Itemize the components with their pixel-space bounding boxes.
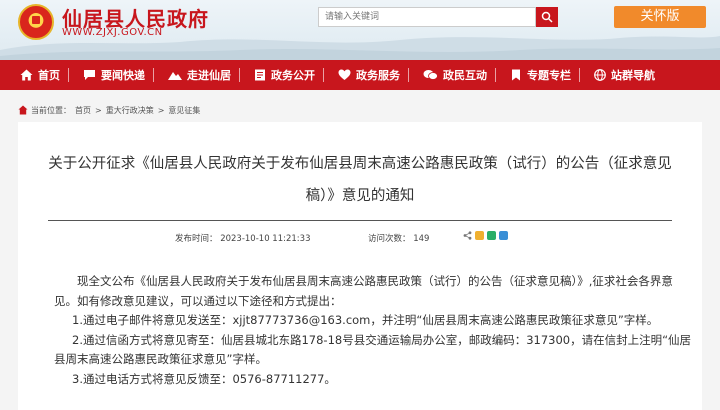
main-nav: 首页 要闻快递 走进仙居 政务公开 政务服务 政民互动 专题专栏 站群导航 bbox=[0, 60, 720, 90]
nav-label: 走进仙居 bbox=[187, 69, 231, 82]
breadcrumb-label: 当前位置： bbox=[31, 105, 71, 115]
search-input[interactable] bbox=[318, 7, 536, 27]
qzone-share-icon[interactable] bbox=[475, 231, 484, 240]
article-paragraph: 3.通过电话方式将意见反馈至：0576-87711277。 bbox=[72, 371, 336, 386]
nav-item-home[interactable]: 首页 bbox=[0, 60, 60, 90]
article-card: 关于公开征求《仙居县人民政府关于发布仙居县周末高速公路惠民政策（试行）的公告（征… bbox=[18, 122, 702, 410]
search-icon bbox=[541, 11, 553, 23]
national-emblem-logo[interactable] bbox=[18, 4, 54, 40]
nav-label: 站群导航 bbox=[611, 69, 655, 82]
mountain-icon bbox=[168, 72, 182, 80]
breadcrumb-home[interactable]: 首页 bbox=[75, 105, 91, 116]
share-bar bbox=[463, 231, 508, 240]
publish-time: 发布时间： 2023-10-10 11:21:33 bbox=[175, 234, 311, 244]
share-icon[interactable] bbox=[463, 231, 472, 240]
nav-label: 专题专栏 bbox=[527, 69, 571, 82]
heart-icon bbox=[338, 69, 351, 80]
nav-item-open-government[interactable]: 政务公开 bbox=[240, 60, 315, 90]
nav-item-about[interactable]: 走进仙居 bbox=[154, 60, 231, 90]
breadcrumb-separator: > bbox=[157, 105, 165, 115]
nav-label: 政务服务 bbox=[356, 69, 400, 82]
visit-count: 访问次数： 149 bbox=[368, 234, 430, 244]
nav-label: 政务公开 bbox=[271, 69, 315, 82]
wechat-share-icon[interactable] bbox=[487, 231, 496, 240]
bookmark-icon bbox=[512, 69, 520, 81]
article-paragraph: 现全文公布《仙居县人民政府关于发布仙居县周末高速公路惠民政策（试行）的公告（征求… bbox=[54, 274, 673, 308]
chat-icon bbox=[84, 70, 95, 80]
article-body: 现全文公布《仙居县人民政府关于发布仙居县周末高速公路惠民政策（试行）的公告（征求… bbox=[54, 272, 694, 389]
breadcrumb-separator: > bbox=[95, 105, 102, 115]
article-paragraph: 1.通过电子邮件将意见发送至：xjjt87773736@163.com，并注明“… bbox=[72, 313, 659, 327]
nav-label: 要闻快递 bbox=[101, 69, 145, 82]
title-divider bbox=[48, 220, 672, 221]
breadcrumb: 当前位置： 首页 > 重大行政决策 > 意见征集 bbox=[18, 102, 204, 118]
nav-item-interaction[interactable]: 政民互动 bbox=[409, 60, 487, 90]
home-icon bbox=[20, 69, 33, 81]
nav-item-special-topics[interactable]: 专题专栏 bbox=[496, 60, 571, 90]
nav-item-services[interactable]: 政务服务 bbox=[324, 60, 400, 90]
nav-item-news[interactable]: 要闻快递 bbox=[69, 60, 145, 90]
site-url: WWW.ZJXJ.GOV.CN bbox=[62, 27, 163, 38]
article-title: 关于公开征求《仙居县人民政府关于发布仙居县周末高速公路惠民政策（试行）的公告（征… bbox=[48, 156, 672, 204]
document-icon bbox=[255, 69, 265, 81]
article-paragraph: 2.通过信函方式将意见寄至：仙居县城北东路178-18号县交通运输局办公室，邮政… bbox=[54, 332, 692, 367]
location-home-icon bbox=[18, 105, 28, 115]
search-button[interactable] bbox=[536, 7, 558, 27]
globe-icon bbox=[594, 69, 606, 81]
breadcrumb-decisions[interactable]: 重大行政决策 bbox=[106, 105, 154, 116]
site-header: 仙居县人民政府 WWW.ZJXJ.GOV.CN 关怀版 bbox=[0, 0, 720, 60]
weibo-share-icon[interactable] bbox=[499, 231, 508, 240]
care-version-button[interactable]: 关怀版 bbox=[614, 6, 706, 28]
breadcrumb-opinion-collection[interactable]: 意见征集 bbox=[168, 105, 200, 116]
nav-label: 政民互动 bbox=[443, 69, 487, 82]
nav-label: 首页 bbox=[38, 69, 60, 82]
nav-item-site-navigation[interactable]: 站群导航 bbox=[580, 60, 655, 90]
speech-icon bbox=[423, 70, 438, 80]
